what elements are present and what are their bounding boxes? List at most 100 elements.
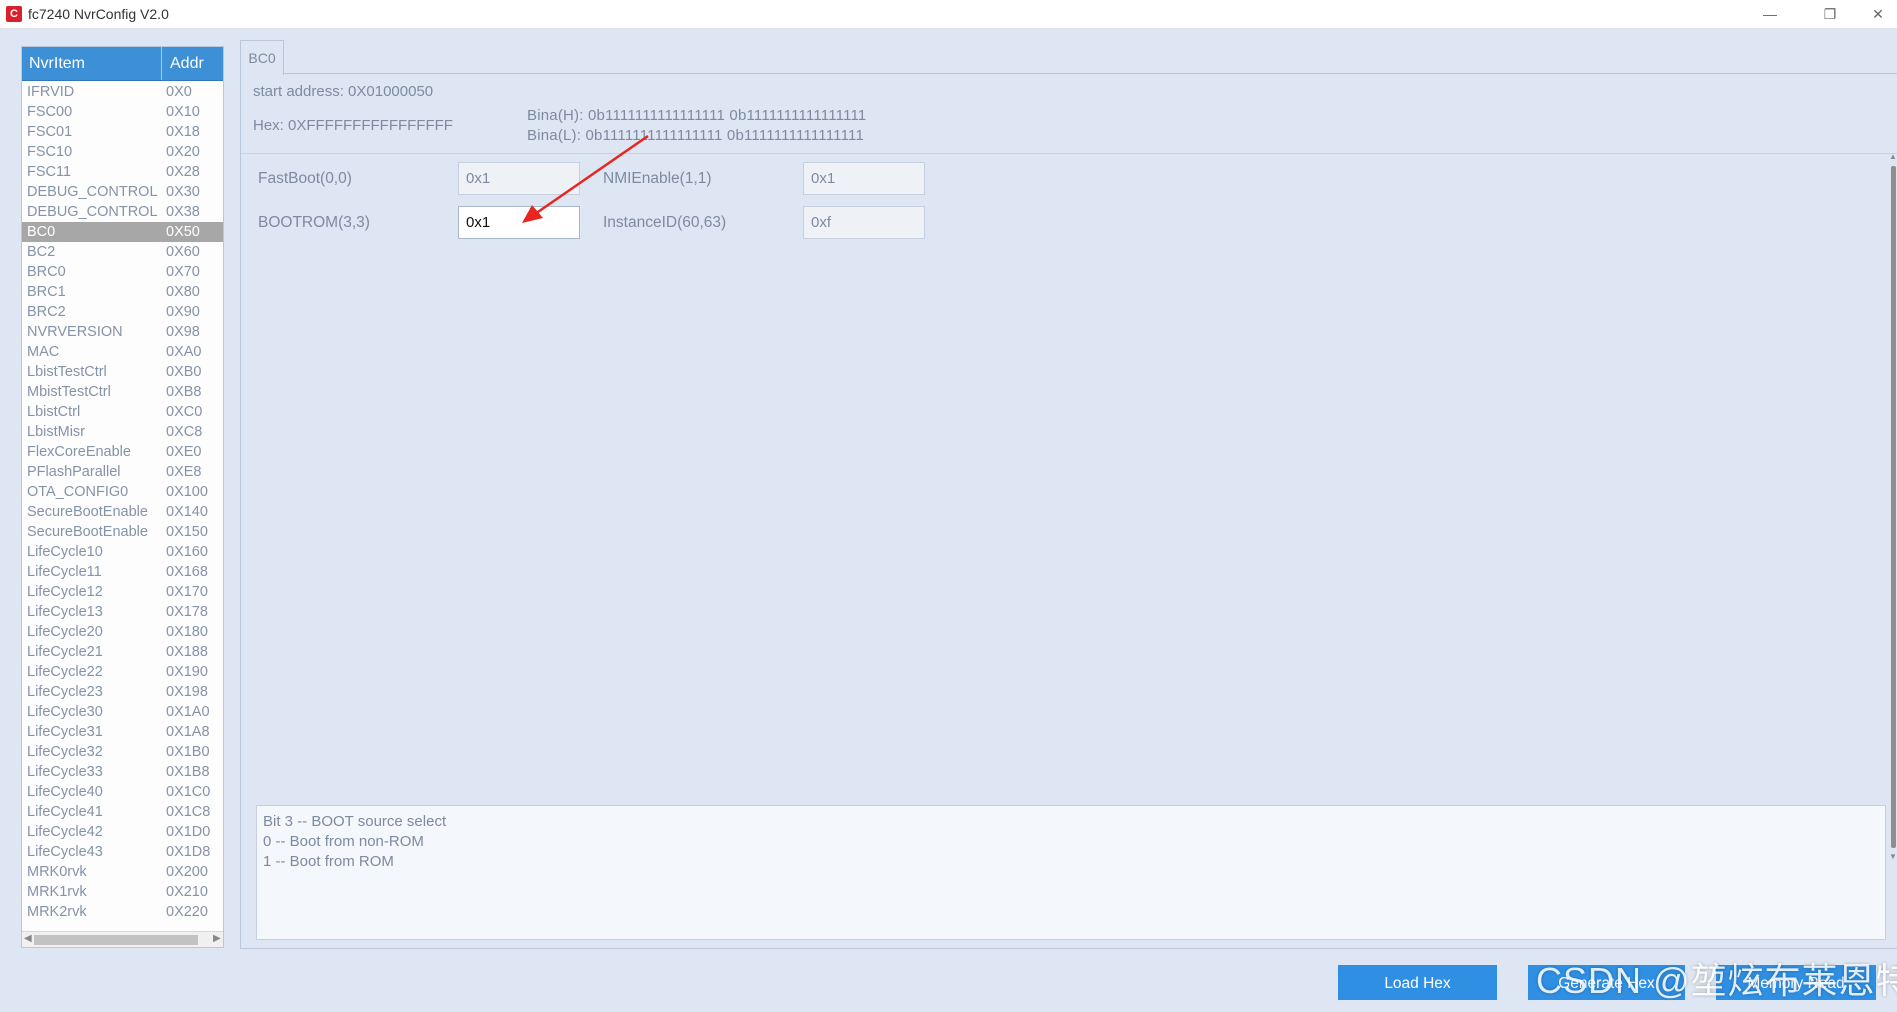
item-addr: 0X28: [166, 164, 200, 180]
scrollbar-thumb[interactable]: [34, 935, 198, 945]
item-name: LifeCycle21: [27, 644, 103, 660]
item-addr: 0X140: [166, 504, 208, 520]
maximize-icon[interactable]: ❐: [1808, 3, 1852, 25]
list-item[interactable]: BC2 0X60: [22, 242, 223, 262]
list-item[interactable]: LifeCycle12 0X170: [22, 582, 223, 602]
item-addr: 0X160: [166, 544, 208, 560]
description-line: 1 -- Boot from ROM: [263, 853, 394, 870]
instanceid-field[interactable]: [803, 206, 925, 239]
list-item[interactable]: LifeCycle30 0X1A0: [22, 702, 223, 722]
list-item[interactable]: LifeCycle13 0X178: [22, 602, 223, 622]
list-item[interactable]: BRC2 0X90: [22, 302, 223, 322]
scrollbar-thumb[interactable]: [1891, 166, 1896, 848]
list-item[interactable]: LbistCtrl 0XC0: [22, 402, 223, 422]
item-addr: 0X1A8: [166, 724, 210, 740]
item-name: LifeCycle10: [27, 544, 103, 560]
scroll-right-icon[interactable]: ▶: [213, 933, 221, 944]
item-name: LifeCycle11: [27, 564, 102, 580]
scroll-up-icon[interactable]: ▲: [1889, 152, 1897, 161]
app-logo-icon: C: [6, 6, 22, 22]
close-icon[interactable]: ✕: [1856, 3, 1897, 25]
tab-bc0[interactable]: BC0: [240, 40, 284, 75]
item-name: NVRVERSION: [27, 324, 123, 340]
binary-low: Bina(L): 0b1111111111111111 0b1111111111…: [527, 127, 864, 144]
list-item[interactable]: NVRVERSION 0X98: [22, 322, 223, 342]
list-item[interactable]: LifeCycle32 0X1B0: [22, 742, 223, 762]
list-header: NvrItem Addr: [22, 47, 223, 81]
fastboot-field[interactable]: [458, 162, 580, 195]
list-item[interactable]: MRK2rvk 0X220: [22, 902, 223, 922]
item-addr: 0X210: [166, 884, 208, 900]
item-name: IFRVID: [27, 84, 75, 100]
list-item[interactable]: LbistTestCtrl 0XB0: [22, 362, 223, 382]
list-item[interactable]: MAC 0XA0: [22, 342, 223, 362]
list-item[interactable]: OTA_CONFIG0 0X100: [22, 482, 223, 502]
scroll-left-icon[interactable]: ◀: [24, 933, 32, 944]
divider: [241, 153, 1897, 154]
nmienable-label: NMIEnable(1,1): [603, 170, 712, 187]
vertical-scrollbar[interactable]: ▲ ▼: [1889, 152, 1897, 864]
list-item[interactable]: MRK0rvk 0X200: [22, 862, 223, 882]
list-item[interactable]: LifeCycle31 0X1A8: [22, 722, 223, 742]
list-item[interactable]: BRC0 0X70: [22, 262, 223, 282]
hex-value: Hex: 0XFFFFFFFFFFFFFFFF: [253, 117, 453, 134]
load-hex-button[interactable]: Load Hex: [1338, 965, 1497, 1000]
item-addr: 0X188: [166, 644, 208, 660]
list-item[interactable]: IFRVID 0X0: [22, 82, 223, 102]
column-header-addr[interactable]: Addr: [163, 47, 223, 80]
list-item[interactable]: FSC10 0X20: [22, 142, 223, 162]
item-addr: 0X90: [166, 304, 200, 320]
list-item[interactable]: BC0 0X50: [22, 222, 223, 242]
item-addr: 0X220: [166, 904, 208, 920]
item-name: DEBUG_CONTROL: [27, 184, 158, 200]
list-item[interactable]: MRK1rvk 0X210: [22, 882, 223, 902]
scroll-down-icon[interactable]: ▼: [1889, 852, 1897, 861]
item-addr: 0X190: [166, 664, 208, 680]
item-name: LbistCtrl: [27, 404, 81, 420]
item-addr: 0XC8: [166, 424, 203, 440]
list-item[interactable]: LifeCycle21 0X188: [22, 642, 223, 662]
list-item[interactable]: DEBUG_CONTROL 0X38: [22, 202, 223, 222]
list-item[interactable]: LifeCycle23 0X198: [22, 682, 223, 702]
item-name: BRC0: [27, 264, 66, 280]
list-item[interactable]: LifeCycle33 0X1B8: [22, 762, 223, 782]
list-item[interactable]: BRC1 0X80: [22, 282, 223, 302]
watermark: CSDN @堃炫布莱恩特: [1536, 960, 1897, 1001]
item-addr: 0X98: [166, 324, 200, 340]
list-item[interactable]: LifeCycle10 0X160: [22, 542, 223, 562]
column-header-nvritem[interactable]: NvrItem: [22, 47, 162, 80]
item-addr: 0X0: [166, 84, 192, 100]
minimize-icon[interactable]: —: [1748, 3, 1792, 25]
list-item[interactable]: FSC00 0X10: [22, 102, 223, 122]
list-item[interactable]: PFlashParallel 0XE8: [22, 462, 223, 482]
list-item[interactable]: FSC11 0X28: [22, 162, 223, 182]
list-item[interactable]: SecureBootEnable 0X150: [22, 522, 223, 542]
list-item[interactable]: LifeCycle20 0X180: [22, 622, 223, 642]
item-addr: 0X1C0: [166, 784, 211, 800]
horizontal-scrollbar[interactable]: ◀ ▶: [22, 931, 223, 947]
list-item[interactable]: FlexCoreEnable 0XE0: [22, 442, 223, 462]
list-item[interactable]: LbistMisr 0XC8: [22, 422, 223, 442]
item-addr: 0X100: [166, 484, 208, 500]
list-item[interactable]: LifeCycle42 0X1D0: [22, 822, 223, 842]
bootrom-field[interactable]: [458, 206, 580, 239]
list-item[interactable]: MbistTestCtrl 0XB8: [22, 382, 223, 402]
list-item[interactable]: LifeCycle40 0X1C0: [22, 782, 223, 802]
list-item[interactable]: FSC01 0X18: [22, 122, 223, 142]
item-name: LbistTestCtrl: [27, 364, 107, 380]
item-name: LifeCycle31: [27, 724, 103, 740]
list-item[interactable]: SecureBootEnable 0X140: [22, 502, 223, 522]
item-name: BC0: [27, 224, 56, 240]
item-name: MAC: [27, 344, 60, 360]
bootrom-label: BOOTROM(3,3): [258, 214, 370, 231]
nmienable-field[interactable]: [803, 162, 925, 195]
nvr-item-list[interactable]: NvrItem Addr IFRVID 0X0 FSC00 0X10 FSC01 0X18…: [21, 46, 224, 948]
list-item[interactable]: LifeCycle11 0X168: [22, 562, 223, 582]
item-name: LbistMisr: [27, 424, 86, 440]
item-addr: 0X200: [166, 864, 208, 880]
item-addr: 0X168: [166, 564, 208, 580]
list-item[interactable]: LifeCycle41 0X1C8: [22, 802, 223, 822]
list-item[interactable]: LifeCycle22 0X190: [22, 662, 223, 682]
list-item[interactable]: DEBUG_CONTROL 0X30: [22, 182, 223, 202]
list-item[interactable]: LifeCycle43 0X1D8: [22, 842, 223, 862]
